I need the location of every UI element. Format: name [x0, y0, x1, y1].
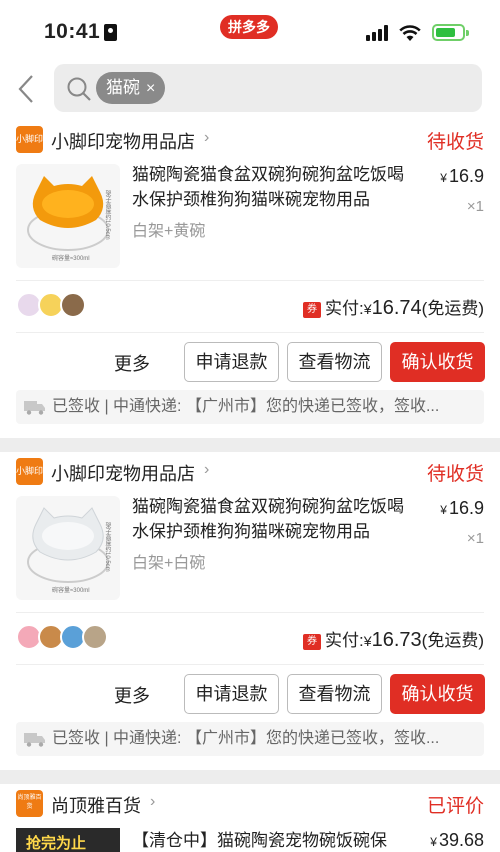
- shipping-note: (免运费): [421, 631, 484, 650]
- view-logistics-button[interactable]: 查看物流: [287, 674, 382, 714]
- battery-icon: [432, 24, 469, 41]
- shop-logo: 尚顶雅百货: [16, 790, 43, 817]
- paid-label: 实付:: [325, 631, 364, 650]
- promo-label: 抢完为止: [26, 835, 87, 852]
- status-bar: 10:41 拼多多: [0, 0, 500, 62]
- shop-logo: 小脚印: [16, 126, 43, 153]
- shop-row[interactable]: 小脚印 小脚印宠物用品店 › 待收货: [16, 452, 484, 492]
- signal-icon: [366, 25, 390, 41]
- order-card[interactable]: 小脚印 小脚印宠物用品店 › 待收货 碗容量≈300ml 架子高度约10.5cm…: [0, 452, 500, 770]
- shop-name[interactable]: 尚顶雅百货: [51, 792, 141, 818]
- price-value: 16.9: [448, 498, 484, 518]
- search-chip-label: 猫碗: [106, 78, 140, 97]
- divider: [16, 664, 484, 665]
- avatar: [82, 624, 108, 650]
- coupon-icon: 券: [303, 634, 321, 650]
- divider: [16, 332, 484, 333]
- shop-logo: 小脚印: [16, 458, 43, 485]
- paid-amount: 16.74: [371, 297, 422, 319]
- search-chip[interactable]: 猫碗 ×: [96, 72, 166, 104]
- avatar: [60, 292, 86, 318]
- thumb-caption: 碗容量≈300ml: [52, 256, 90, 262]
- status-time: 10:41: [44, 20, 101, 43]
- thumb-side-label: 架子高度约10.5cm: [104, 190, 110, 240]
- chevron-right-icon: ›: [150, 793, 156, 810]
- product-title[interactable]: 猫碗陶瓷猫食盆双碗狗碗狗盆吃饭喝水保护颈椎狗狗猫咪碗宠物用品: [132, 162, 418, 212]
- product-image[interactable]: 抢完为止: [16, 828, 120, 852]
- refund-button[interactable]: 申请退款: [184, 674, 279, 714]
- product-price: ¥39.68: [430, 830, 484, 851]
- chevron-right-icon: ›: [204, 129, 210, 146]
- logistics-text: 已签收 | 中通快递: 【广州市】您的快递已签收，签收...: [52, 730, 440, 747]
- shop-row[interactable]: 尚顶雅百货 尚顶雅百货 › 已评价: [16, 784, 484, 824]
- search-input[interactable]: 猫碗 ×: [54, 64, 482, 112]
- product-variant: 白架+黄碗: [132, 223, 206, 240]
- product-image[interactable]: 碗容量≈300ml 架子高度约10.5cm: [16, 496, 120, 600]
- more-button[interactable]: 更多: [114, 682, 150, 708]
- paid-row: 券实付:¥16.74(免运费): [303, 294, 484, 320]
- paid-row: 券实付:¥16.73(免运费): [303, 626, 484, 652]
- shop-name[interactable]: 小脚印宠物用品店: [51, 128, 195, 154]
- product-price: ¥16.9: [440, 498, 484, 519]
- product-qty: ×1: [466, 530, 484, 547]
- confirm-receipt-button[interactable]: 确认收货: [390, 674, 485, 714]
- paid-symbol: ¥: [363, 634, 372, 650]
- shop-name[interactable]: 小脚印宠物用品店: [51, 460, 195, 486]
- truck-icon: [24, 401, 45, 415]
- thumb-caption: 碗容量≈300ml: [52, 588, 90, 594]
- product-title[interactable]: 猫碗陶瓷猫食盆双碗狗碗狗盆吃饭喝水保护颈椎狗狗猫咪碗宠物用品: [132, 494, 418, 544]
- divider: [16, 612, 484, 613]
- refund-button[interactable]: 申请退款: [184, 342, 279, 382]
- order-status: 待收货: [426, 132, 484, 153]
- back-icon[interactable]: [14, 72, 38, 106]
- wifi-icon: [399, 25, 421, 41]
- order-status: 待收货: [426, 464, 484, 485]
- logistics-bar[interactable]: 已签收 | 中通快递: 【广州市】您的快递已签收，签收...: [16, 390, 484, 424]
- product-variant: 白架+白碗: [132, 555, 206, 572]
- id-card-icon: [104, 24, 117, 41]
- chevron-right-icon: ›: [204, 461, 210, 478]
- price-value: 39.68: [438, 830, 484, 850]
- price-symbol: ¥: [430, 835, 437, 849]
- divider: [16, 280, 484, 281]
- product-title[interactable]: 【清仓中】猫碗陶瓷宠物碗饭碗保: [132, 828, 418, 852]
- paid-symbol: ¥: [363, 302, 372, 318]
- search-icon: [67, 77, 91, 101]
- paid-amount: 16.73: [371, 629, 422, 651]
- order-card[interactable]: 尚顶雅百货 尚顶雅百货 › 已评价 抢完为止 【清仓中】猫碗陶瓷宠物碗饭碗保 ¥…: [0, 784, 500, 852]
- logistics-text: 已签收 | 中通快递: 【广州市】您的快递已签收，签收...: [52, 398, 440, 415]
- truck-icon: [24, 733, 45, 747]
- logistics-bar[interactable]: 已签收 | 中通快递: 【广州市】您的快递已签收，签收...: [16, 722, 484, 756]
- close-icon[interactable]: ×: [146, 80, 155, 97]
- confirm-receipt-button[interactable]: 确认收货: [390, 342, 485, 382]
- shop-row[interactable]: 小脚印 小脚印宠物用品店 › 待收货: [16, 120, 484, 160]
- paid-label: 实付:: [325, 299, 364, 318]
- search-header: 猫碗 ×: [0, 62, 500, 120]
- view-logistics-button[interactable]: 查看物流: [287, 342, 382, 382]
- product-image[interactable]: 碗容量≈300ml 架子高度约10.5cm: [16, 164, 120, 268]
- product-qty: ×1: [466, 198, 484, 215]
- price-symbol: ¥: [440, 171, 447, 185]
- thumb-side-label: 架子高度约10.5cm: [104, 522, 110, 572]
- product-price: ¥16.9: [440, 166, 484, 187]
- more-button[interactable]: 更多: [114, 350, 150, 376]
- app-badge[interactable]: 拼多多: [220, 15, 278, 39]
- coupon-icon: 券: [303, 302, 321, 318]
- price-symbol: ¥: [440, 503, 447, 517]
- shipping-note: (免运费): [421, 299, 484, 318]
- price-value: 16.9: [448, 166, 484, 186]
- order-card[interactable]: 小脚印 小脚印宠物用品店 › 待收货 碗容量≈300ml 架子高度约10.5cm…: [0, 120, 500, 438]
- order-status: 已评价: [426, 796, 484, 817]
